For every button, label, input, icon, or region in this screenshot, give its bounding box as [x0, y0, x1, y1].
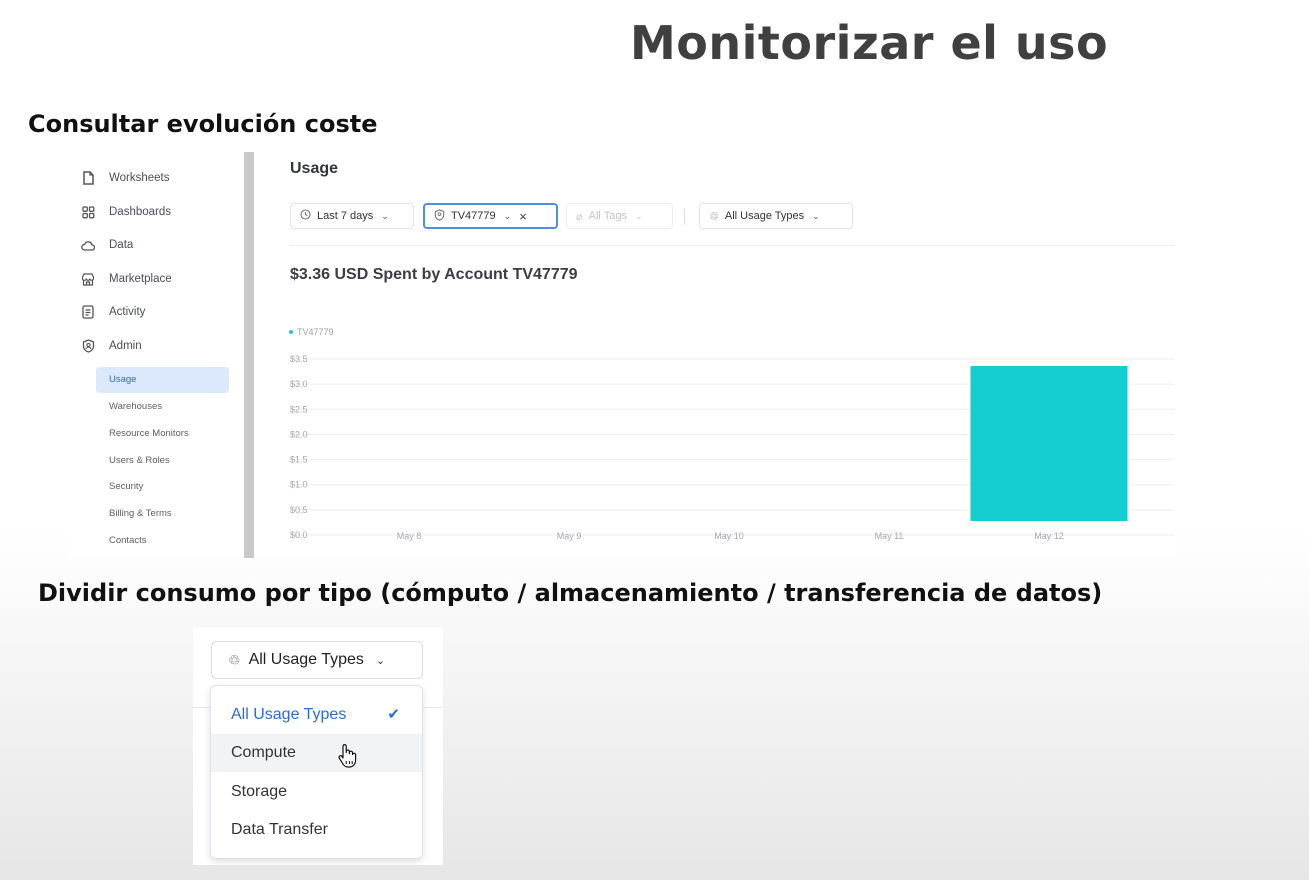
chart-bar[interactable] — [970, 366, 1128, 521]
sidebar-item-label: Dashboards — [109, 206, 172, 218]
sidebar-item-label: Activity — [109, 306, 146, 318]
sidebar-item-admin[interactable]: Admin — [80, 335, 142, 357]
usage-screenshot: Worksheets Dashboards Data Marketplace A… — [66, 152, 1176, 558]
y-tick-label: $0.5 — [290, 505, 308, 515]
cloud-icon — [80, 237, 96, 253]
slide-title: Monitorizar el uso — [630, 16, 1109, 70]
x-tick-label: May 9 — [557, 531, 582, 541]
sidebar-subitem-users-roles[interactable]: Users & Roles — [96, 448, 229, 474]
y-tick-label: $3.5 — [290, 354, 308, 364]
sidebar-resize-handle[interactable] — [244, 152, 254, 558]
x-tick-label: May 12 — [1034, 531, 1064, 541]
recycle-icon: ♲ — [228, 651, 241, 668]
usage-types-dropdown-screenshot: ♲ All Usage Types ⌄ All Usage Types ✔ Co… — [193, 627, 443, 865]
sidebar-item-activity[interactable]: Activity — [80, 301, 145, 323]
sidebar-item-worksheets[interactable]: Worksheets — [80, 167, 170, 189]
option-label: Storage — [231, 783, 288, 800]
section-heading-cost: Consultar evolución coste — [28, 110, 378, 138]
menu-option-data-transfer[interactable]: Data Transfer — [211, 811, 422, 849]
usage-types-dropdown-button[interactable]: ♲ All Usage Types ⌄ — [211, 641, 423, 679]
file-icon — [80, 170, 96, 186]
menu-option-all-usage-types[interactable]: All Usage Types ✔ — [211, 696, 422, 734]
sidebar-item-marketplace[interactable]: Marketplace — [80, 268, 172, 290]
x-tick-label: May 11 — [875, 531, 904, 541]
sidebar-subitem-warehouses[interactable]: Warehouses — [96, 394, 229, 420]
y-tick-label: $0.0 — [290, 530, 308, 540]
dropdown-button-label: All Usage Types — [248, 651, 364, 668]
y-tick-label: $1.0 — [290, 480, 308, 490]
usage-main: Usage Last 7 days ⌄ TV47779 ⌄ × ⌀ All Ta… — [254, 152, 1176, 558]
sidebar-item-data[interactable]: Data — [80, 234, 133, 256]
y-tick-label: $2.0 — [290, 429, 308, 439]
sidebar-subitem-billing-terms[interactable]: Billing & Terms — [96, 501, 229, 527]
sidebar-subitem-usage[interactable]: Usage — [96, 367, 229, 393]
menu-option-compute[interactable]: Compute — [211, 734, 422, 772]
store-icon — [80, 271, 96, 287]
sidebar-item-label: Worksheets — [109, 172, 170, 184]
option-label: Data Transfer — [231, 821, 328, 838]
section-heading-type: Dividir consumo por tipo (cómputo / alma… — [38, 579, 1103, 607]
sidebar-subitem-contacts[interactable]: Contacts — [96, 528, 229, 554]
sidebar-item-label: Admin — [109, 340, 142, 352]
x-tick-label: May 10 — [714, 531, 744, 541]
shield-icon — [80, 338, 96, 354]
hand-cursor-icon — [338, 744, 357, 768]
option-label: Compute — [231, 744, 296, 761]
sidebar-item-label: Marketplace — [109, 273, 172, 285]
activity-icon — [80, 304, 96, 320]
check-icon: ✔ — [387, 706, 400, 723]
sidebar-item-label: Data — [109, 239, 134, 251]
y-tick-label: $2.5 — [290, 404, 308, 414]
sidebar-subitem-security[interactable]: Security — [96, 474, 229, 500]
y-tick-label: $1.5 — [290, 455, 308, 465]
y-tick-label: $3.0 — [290, 379, 308, 389]
usage-types-menu: All Usage Types ✔ Compute Storage Data T… — [210, 685, 423, 859]
chevron-down-icon: ⌄ — [375, 654, 386, 667]
usage-chart: $0.0 $0.5 $1.0 $1.5 $2.0 $2.5 $3.0 $3.5 May 8 May… — [290, 354, 1174, 541]
x-tick-label: May 8 — [397, 531, 422, 541]
sidebar-subitem-resource-monitors[interactable]: Resource Monitors — [96, 421, 229, 447]
option-label: All Usage Types — [231, 706, 347, 723]
grid-icon — [80, 204, 96, 220]
menu-option-storage[interactable]: Storage — [211, 773, 422, 811]
sidebar-item-dashboards[interactable]: Dashboards — [80, 201, 171, 223]
sidebar: Worksheets Dashboards Data Marketplace A… — [66, 152, 244, 558]
